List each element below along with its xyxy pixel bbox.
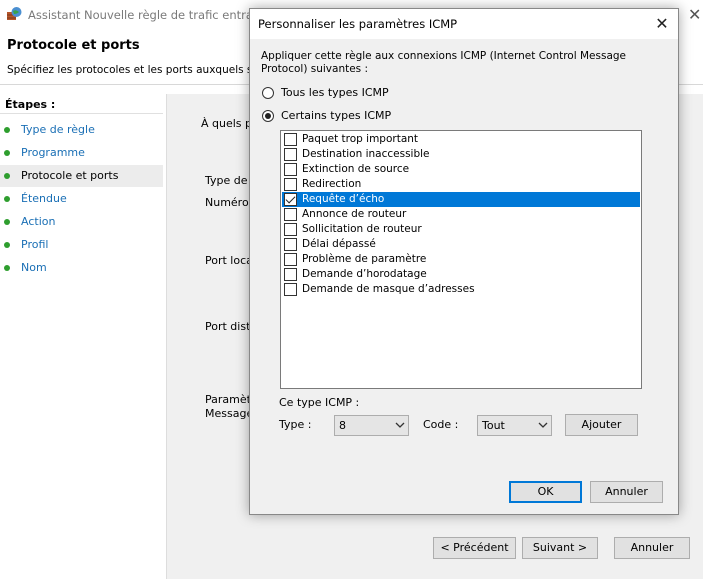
step-status-dot-icon (4, 242, 10, 248)
icmp-type-label: Problème de paramètre (302, 253, 427, 265)
step-label[interactable]: Étendue (21, 192, 67, 205)
dialog-close-icon[interactable]: ✕ (648, 12, 676, 36)
wizard-page-title: Protocole et ports (7, 38, 140, 53)
icmp-type-label: Sollicitation de routeur (302, 223, 422, 235)
step-action[interactable]: Action (0, 211, 163, 233)
icmp-type-label: Paquet trop important (302, 133, 419, 145)
step-status-dot-icon (4, 196, 10, 202)
wizard-page-description: Spécifiez les protocoles et les ports au… (7, 64, 252, 76)
checkbox[interactable] (284, 223, 297, 236)
checkbox[interactable] (284, 148, 297, 161)
icmp-type-label: Requête d’écho (302, 193, 385, 205)
icmp-type-label: Demande de masque d’adresses (302, 283, 475, 295)
checkbox[interactable] (284, 268, 297, 281)
icmp-type-label: Annonce de routeur (302, 208, 407, 220)
step-status-dot-icon (4, 265, 10, 271)
type-label: Type : (279, 418, 312, 431)
checkbox[interactable] (284, 208, 297, 221)
icmp-type-label: Demande d’horodatage (302, 268, 427, 280)
icmp-type-label: Destination inaccessible (302, 148, 430, 160)
step-label[interactable]: Programme (21, 146, 85, 159)
dialog-cancel-button[interactable]: Annuler (590, 481, 663, 503)
next-button[interactable]: Suivant > (522, 537, 598, 559)
checkbox[interactable] (284, 178, 297, 191)
step-name[interactable]: Nom (0, 257, 163, 279)
step-program[interactable]: Programme (0, 142, 163, 164)
icmp-type-item[interactable]: Demande de masque d’adresses (282, 282, 640, 297)
checkbox[interactable] (284, 253, 297, 266)
dialog-title: Personnaliser les paramètres ICMP (258, 17, 458, 31)
icmp-type-item[interactable]: Sollicitation de routeur (282, 222, 640, 237)
step-status-dot-icon (4, 219, 10, 225)
step-label[interactable]: Type de règle (21, 123, 95, 136)
icmp-type-item[interactable]: Délai dépassé (282, 237, 640, 252)
step-scope[interactable]: Étendue (0, 188, 163, 210)
this-icmp-type-label: Ce type ICMP : (279, 396, 360, 409)
icmp-type-item[interactable]: Extinction de source (282, 162, 640, 177)
wizard-cancel-button[interactable]: Annuler (614, 537, 690, 559)
radio-button[interactable] (262, 110, 274, 122)
wizard-title: Assistant Nouvelle règle de trafic entra… (28, 8, 265, 22)
icmp-message-label: Message (205, 407, 254, 420)
checkbox[interactable] (284, 133, 297, 146)
dialog-titlebar: Personnaliser les paramètres ICMP ✕ (250, 9, 678, 39)
checkbox[interactable] (284, 238, 297, 251)
code-value: Tout (482, 419, 505, 432)
ok-button[interactable]: OK (509, 481, 582, 503)
icmp-type-label: Extinction de source (302, 163, 410, 175)
step-status-dot-icon (4, 150, 10, 156)
icmp-type-item[interactable]: Demande d’horodatage (282, 267, 640, 282)
steps-divider (0, 113, 163, 114)
step-protocol-ports[interactable]: Protocole et ports (0, 165, 163, 187)
steps-title: Étapes : (5, 98, 56, 111)
icmp-type-item[interactable]: Paquet trop important (282, 132, 640, 147)
icmp-settings-dialog: Personnaliser les paramètres ICMP ✕ Appl… (249, 8, 679, 515)
previous-button[interactable]: < Précédent (433, 537, 516, 559)
radio-label[interactable]: Tous les types ICMP (281, 86, 389, 99)
checkbox[interactable] (284, 163, 297, 176)
type-value: 8 (339, 419, 346, 432)
step-label[interactable]: Action (21, 215, 55, 228)
code-label: Code : (423, 418, 459, 431)
radio-all-icmp-types[interactable]: Tous les types ICMP (262, 85, 412, 101)
icmp-type-label: Délai dépassé (302, 238, 376, 250)
step-status-dot-icon (4, 127, 10, 133)
checkbox[interactable] (284, 193, 297, 206)
icmp-type-item[interactable]: Destination inaccessible (282, 147, 640, 162)
icmp-type-list[interactable]: Paquet trop important Destination inacce… (280, 130, 642, 389)
step-status-dot-icon (4, 173, 10, 179)
icmp-type-label: Redirection (302, 178, 362, 190)
radio-label[interactable]: Certains types ICMP (281, 109, 391, 122)
step-label[interactable]: Profil (21, 238, 48, 251)
icmp-type-item[interactable]: Problème de paramètre (282, 252, 640, 267)
chevron-down-icon (395, 420, 405, 430)
radio-specific-icmp-types[interactable]: Certains types ICMP (262, 108, 412, 124)
step-profile[interactable]: Profil (0, 234, 163, 256)
step-rule-type[interactable]: Type de règle (0, 119, 163, 141)
chevron-down-icon (538, 420, 548, 430)
dialog-description: Appliquer cette règle aux connexions ICM… (261, 50, 627, 75)
icmp-type-item[interactable]: Annonce de routeur (282, 207, 640, 222)
firewall-icon (6, 6, 22, 22)
wizard-close-icon[interactable]: ✕ (688, 5, 701, 24)
icmp-type-item[interactable]: Requête d’écho (282, 192, 640, 207)
steps-panel: Étapes : Type de règle Programme Protoco… (0, 94, 163, 579)
code-dropdown[interactable]: Tout (477, 415, 552, 436)
type-dropdown[interactable]: 8 (334, 415, 409, 436)
checkbox[interactable] (284, 283, 297, 296)
icmp-type-item[interactable]: Redirection (282, 177, 640, 192)
step-label: Protocole et ports (21, 169, 119, 182)
step-label[interactable]: Nom (21, 261, 47, 274)
add-button[interactable]: Ajouter (565, 414, 638, 436)
radio-button[interactable] (262, 87, 274, 99)
